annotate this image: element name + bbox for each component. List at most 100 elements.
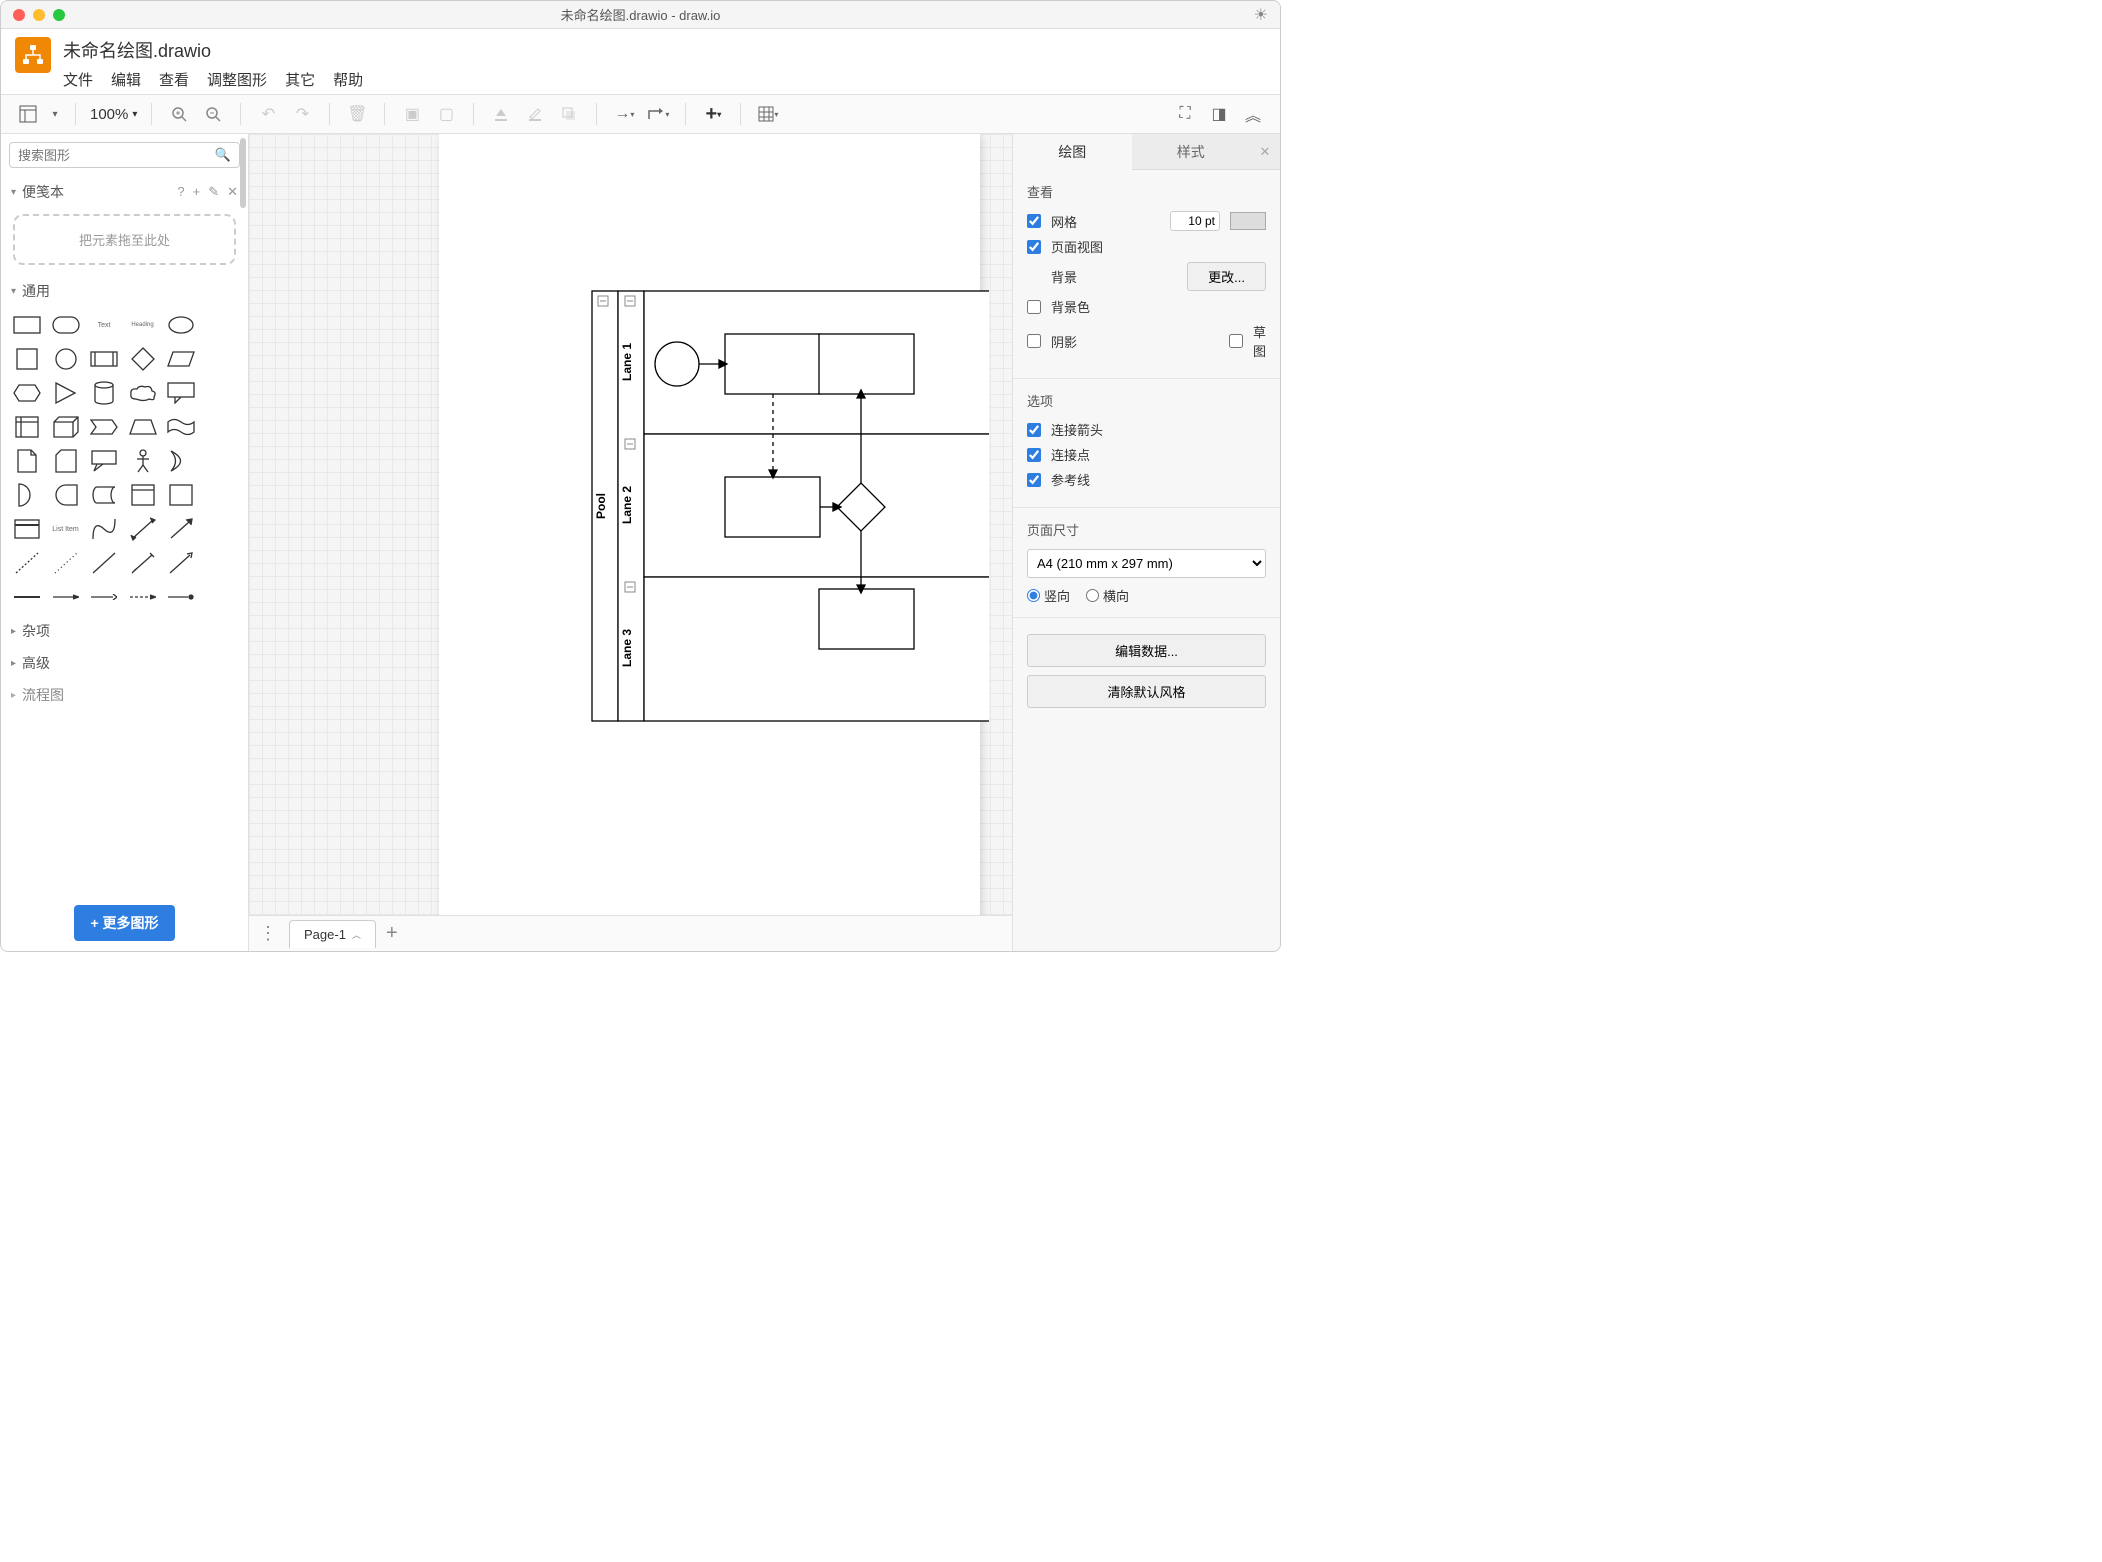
sketch-checkbox[interactable]	[1229, 334, 1243, 348]
grid-color-swatch[interactable]	[1230, 212, 1266, 230]
shape-textbox[interactable]: Heading	[127, 311, 159, 339]
shape-bidir-arrow[interactable]	[127, 515, 159, 543]
collapse-icon[interactable]: ︽	[1240, 101, 1266, 127]
shape-circle[interactable]	[50, 345, 82, 373]
shadow-checkbox[interactable]	[1027, 334, 1041, 348]
add-page-button[interactable]: +	[386, 922, 398, 945]
add-icon[interactable]: +	[193, 184, 201, 200]
shape-rectangle[interactable]	[11, 311, 43, 339]
tab-style[interactable]: 样式	[1132, 134, 1251, 170]
shadow-icon[interactable]	[556, 101, 582, 127]
guides-checkbox[interactable]	[1027, 473, 1041, 487]
edit-icon[interactable]: ✎	[208, 184, 219, 200]
conn-arrows-checkbox[interactable]	[1027, 423, 1041, 437]
start-event[interactable]	[655, 342, 699, 386]
misc-header[interactable]: ▸ 杂项	[1, 615, 248, 647]
change-bg-button[interactable]: 更改...	[1187, 262, 1266, 291]
redo-icon[interactable]: ↷	[289, 101, 315, 127]
format-panel-icon[interactable]: ◨	[1206, 101, 1232, 127]
edit-data-button[interactable]: 编辑数据...	[1027, 634, 1266, 667]
theme-toggle-icon[interactable]: ☀	[1254, 5, 1268, 25]
shape-link3[interactable]	[88, 583, 120, 611]
task-2[interactable]	[725, 477, 820, 537]
fullscreen-icon[interactable]: ⛶	[1172, 101, 1198, 127]
shape-dir-thin[interactable]	[165, 549, 197, 577]
shape-internal-storage[interactable]	[11, 413, 43, 441]
shape-link2[interactable]	[50, 583, 82, 611]
pages-menu-icon[interactable]: ⋮	[259, 923, 279, 944]
conn-points-checkbox[interactable]	[1027, 448, 1041, 462]
shape-link4[interactable]	[127, 583, 159, 611]
page-tab-1[interactable]: Page-1︿	[289, 920, 376, 948]
shape-rounded-rect[interactable]	[50, 311, 82, 339]
portrait-radio[interactable]	[1027, 589, 1040, 602]
shape-line[interactable]	[88, 549, 120, 577]
help-icon[interactable]: ?	[177, 184, 184, 200]
more-shapes-button[interactable]: + 更多图形	[74, 905, 174, 941]
shape-and[interactable]	[50, 481, 82, 509]
shape-dotted-line[interactable]	[50, 549, 82, 577]
shape-or[interactable]	[165, 447, 197, 475]
tab-diagram[interactable]: 绘图	[1013, 134, 1132, 170]
view-mode-icon[interactable]	[15, 101, 41, 127]
shape-link5[interactable]	[165, 583, 197, 611]
shape-hexagon[interactable]	[11, 379, 43, 407]
shape-data-store[interactable]	[88, 481, 120, 509]
pageview-checkbox[interactable]	[1027, 240, 1041, 254]
flowchart-header[interactable]: ▸ 流程图	[1, 679, 248, 711]
shape-cloud[interactable]	[127, 379, 159, 407]
task-4[interactable]	[819, 589, 914, 649]
shape-diamond[interactable]	[127, 345, 159, 373]
shape-list[interactable]	[11, 515, 43, 543]
search-input[interactable]	[18, 148, 215, 163]
connection-icon[interactable]: →▾	[611, 101, 637, 127]
menu-view[interactable]: 查看	[159, 69, 189, 90]
shape-triangle[interactable]	[50, 379, 82, 407]
shape-ellipse[interactable]	[165, 311, 197, 339]
document-name[interactable]: 未命名绘图.drawio	[63, 37, 363, 63]
general-header[interactable]: ▾ 通用	[1, 275, 248, 307]
to-front-icon[interactable]: ▣	[399, 101, 425, 127]
scratchpad-header[interactable]: ▾ 便笺本 ? + ✎ ✕	[1, 176, 248, 208]
shape-square[interactable]	[11, 345, 43, 373]
task-3[interactable]	[819, 334, 914, 394]
shape-cylinder[interactable]	[88, 379, 120, 407]
zoom-in-icon[interactable]	[166, 101, 192, 127]
zoom-level[interactable]: 100% ▾	[90, 106, 137, 123]
menu-help[interactable]: 帮助	[333, 69, 363, 90]
shape-container[interactable]	[127, 481, 159, 509]
menu-extras[interactable]: 其它	[285, 69, 315, 90]
task-1[interactable]	[725, 334, 820, 394]
shape-callout2[interactable]	[88, 447, 120, 475]
shape-parallelogram[interactable]	[165, 345, 197, 373]
shape-link-solid[interactable]	[11, 583, 43, 611]
scratchpad-dropzone[interactable]: 把元素拖至此处	[13, 214, 236, 265]
shape-cube[interactable]	[50, 413, 82, 441]
shape-half-circle[interactable]	[11, 481, 43, 509]
close-icon[interactable]: ✕	[227, 184, 238, 200]
shape-note[interactable]	[11, 447, 43, 475]
shape-arrow[interactable]	[165, 515, 197, 543]
bgcolor-checkbox[interactable]	[1027, 300, 1041, 314]
delete-icon[interactable]: 🗑	[344, 101, 370, 127]
landscape-radio[interactable]	[1086, 589, 1099, 602]
close-window-button[interactable]	[13, 9, 25, 21]
menu-arrange[interactable]: 调整图形	[207, 69, 267, 90]
insert-icon[interactable]: +▾	[700, 101, 726, 127]
shape-search[interactable]: 🔍	[9, 142, 240, 168]
pagesize-select[interactable]: A4 (210 mm x 297 mm)	[1027, 549, 1266, 578]
shape-dashed-line[interactable]	[11, 549, 43, 577]
undo-icon[interactable]: ↶	[255, 101, 281, 127]
shape-list-item[interactable]: List Item	[50, 515, 82, 543]
zoom-out-icon[interactable]	[200, 101, 226, 127]
fill-color-icon[interactable]	[488, 101, 514, 127]
minimize-window-button[interactable]	[33, 9, 45, 21]
sidebar-scrollbar[interactable]	[240, 138, 246, 208]
shape-tape[interactable]	[165, 413, 197, 441]
shape-card[interactable]	[50, 447, 82, 475]
shape-bidir-thin[interactable]	[127, 549, 159, 577]
grid-checkbox[interactable]	[1027, 214, 1041, 228]
dropdown-caret-icon[interactable]: ▾	[49, 101, 61, 127]
menu-file[interactable]: 文件	[63, 69, 93, 90]
advanced-header[interactable]: ▸ 高级	[1, 647, 248, 679]
